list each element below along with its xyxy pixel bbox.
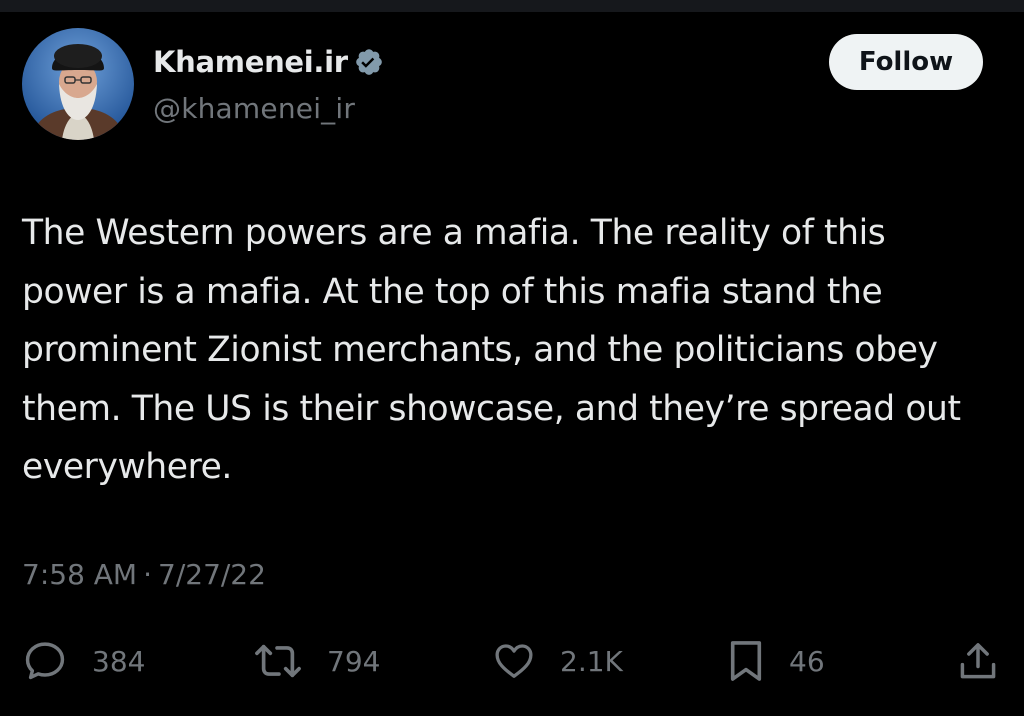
like-count: 2.1K <box>560 644 623 678</box>
share-icon <box>960 643 996 679</box>
tweet-date[interactable]: 7/27/22 <box>158 558 266 591</box>
tweet-time[interactable]: 7:58 AM <box>22 558 137 591</box>
repost-button[interactable]: 794 <box>253 633 380 689</box>
tweet-timestamp[interactable]: 7:58 AM · 7/27/22 <box>22 558 266 591</box>
heart-icon <box>495 644 533 678</box>
share-button[interactable] <box>956 633 1000 689</box>
timestamp-separator: · <box>143 558 152 591</box>
bookmark-icon <box>730 641 762 681</box>
verified-badge-icon[interactable] <box>354 47 384 77</box>
tweet-action-bar: 384 794 2.1K 46 <box>0 633 1024 689</box>
reply-count: 384 <box>92 644 146 678</box>
top-status-bar <box>0 0 1024 12</box>
bookmark-button[interactable]: 46 <box>727 633 825 689</box>
reply-button[interactable]: 384 <box>22 633 145 689</box>
author-handle[interactable]: @khamenei_ir <box>153 92 355 125</box>
profile-photo-icon <box>22 28 134 140</box>
repost-count: 794 <box>327 644 381 678</box>
reply-icon <box>25 642 65 680</box>
author-name-row[interactable]: Khamenei.ir <box>153 42 384 82</box>
bookmark-count: 46 <box>789 644 825 678</box>
follow-button[interactable]: Follow <box>829 34 983 90</box>
like-button[interactable]: 2.1K <box>492 633 623 689</box>
tweet-text: The Western powers are a mafia. The real… <box>22 213 961 487</box>
display-name[interactable]: Khamenei.ir <box>153 45 348 79</box>
repost-icon <box>255 644 301 678</box>
avatar[interactable] <box>22 28 134 140</box>
